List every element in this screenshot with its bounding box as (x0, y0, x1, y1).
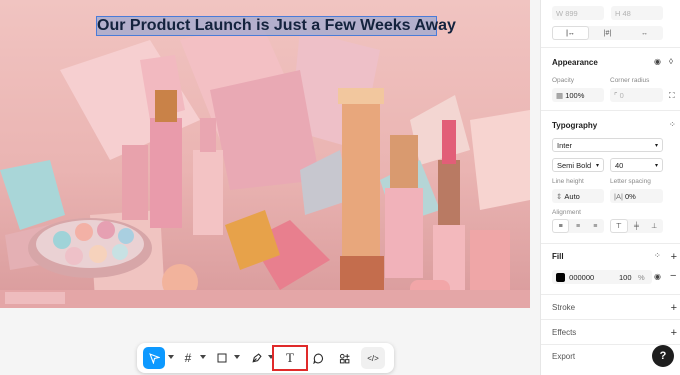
text-icon: T (286, 350, 294, 365)
align-left-icon[interactable]: ≡ (552, 219, 570, 233)
font-family-value: Inter (557, 140, 573, 150)
horizontal-alignment-control[interactable]: ≡ ≡ ≡ (552, 219, 604, 233)
height-field[interactable]: H 48 (611, 6, 663, 20)
divider (541, 294, 680, 295)
independent-corners-icon[interactable]: ⛶ (669, 91, 675, 101)
type-settings-icon[interactable]: ⁘ (669, 120, 676, 130)
move-tool-button[interactable] (143, 347, 165, 369)
alignment-label: Alignment (552, 209, 581, 216)
opacity-label: Opacity (552, 77, 575, 84)
chevron-down-icon: ▾ (654, 162, 658, 169)
opacity-icon: ▦ (556, 90, 564, 100)
chevron-down-icon: ▾ (654, 142, 658, 149)
square-icon (217, 353, 227, 363)
fill-hex-value: 000000 (569, 272, 595, 282)
font-weight-value: Semi Bold (557, 160, 592, 170)
hash-frame-icon: # (184, 351, 192, 365)
fill-opacity-value: 100 (619, 272, 632, 282)
corner-radius-label: Corner radius (610, 77, 650, 84)
fill-color-field[interactable]: 000000 100 % (552, 270, 652, 284)
height-value: 48 (622, 8, 631, 18)
corner-radius-value: 0 (619, 90, 624, 100)
font-family-select[interactable]: Inter ▾ (552, 138, 663, 152)
fill-swatch[interactable] (556, 272, 565, 282)
add-fill-icon[interactable]: + (671, 252, 677, 263)
eye-icon[interactable]: ◉ (654, 272, 661, 282)
design-canvas[interactable]: Our Product Launch is Just a Few Weeks A… (0, 0, 530, 375)
frame-tool-chevron-down-icon[interactable] (200, 355, 206, 359)
frame-tool-button[interactable]: # (177, 347, 199, 369)
chevron-down-icon: ▾ (595, 162, 599, 169)
remove-fill-icon[interactable]: − (670, 271, 676, 282)
dev-mode-toggle[interactable]: </> (361, 347, 385, 369)
drop-icon[interactable]: ◊ (669, 57, 673, 67)
properties-panel: W 899 H 48 |↔ |#| ↔ Appearance ◉ ◊ Opaci… (540, 0, 680, 375)
font-size-select[interactable]: 40 ▾ (610, 158, 663, 172)
align-bottom-icon[interactable]: ⊥ (645, 219, 663, 233)
resizing-segmented-control[interactable]: |↔ |#| ↔ (552, 26, 663, 40)
letter-spacing-field[interactable]: |A| 0% (610, 189, 663, 203)
comment-tool-button[interactable] (307, 347, 329, 369)
text-tool-button[interactable]: T (272, 345, 308, 371)
line-height-icon: ⇕ (556, 191, 563, 201)
corner-radius-icon: ⌜ (614, 90, 618, 100)
product-image-frame[interactable]: Our Product Launch is Just a Few Weeks A… (0, 0, 530, 308)
typography-title: Typography (552, 121, 598, 130)
height-label: H (615, 8, 621, 18)
add-effect-icon[interactable]: + (671, 328, 677, 339)
code-icon: </> (367, 353, 379, 363)
align-right-icon[interactable]: ≡ (587, 219, 604, 233)
stroke-title: Stroke (552, 303, 576, 312)
hug-option[interactable]: |#| (589, 26, 626, 40)
width-field[interactable]: W 899 (552, 6, 604, 20)
actions-icon (339, 353, 349, 363)
divider (541, 47, 680, 48)
cursor-icon (148, 352, 160, 364)
align-center-icon[interactable]: ≡ (569, 219, 586, 233)
corner-radius-field[interactable]: ⌜ 0 (610, 88, 663, 102)
fill-opacity-unit: % (638, 272, 645, 282)
actions-tool-button[interactable] (333, 347, 355, 369)
style-grid-icon[interactable]: ⁘ (654, 251, 661, 261)
line-height-value: Auto (564, 191, 580, 201)
opacity-field[interactable]: ▦ 100% (552, 88, 604, 102)
export-title: Export (552, 352, 576, 361)
appearance-title: Appearance (552, 58, 598, 67)
move-tool-chevron-down-icon[interactable] (168, 355, 174, 359)
line-height-label: Line height (552, 178, 584, 185)
cosmetics-product-photo (0, 20, 530, 308)
vertical-alignment-control[interactable]: ⊤ ╪ ⊥ (610, 219, 663, 233)
letter-spacing-icon: |A| (614, 191, 623, 201)
align-middle-icon[interactable]: ╪ (628, 219, 646, 233)
font-size-value: 40 (615, 160, 624, 170)
width-value: 899 (565, 8, 578, 18)
letter-spacing-value: 0% (625, 191, 636, 201)
divider (541, 243, 680, 244)
fill-option[interactable]: ↔ (626, 26, 663, 40)
divider (541, 110, 680, 111)
fixed-width-option[interactable]: |↔ (552, 26, 589, 40)
add-stroke-icon[interactable]: + (671, 303, 677, 314)
effects-title: Effects (552, 328, 577, 337)
fill-title: Fill (552, 252, 564, 261)
eye-icon[interactable]: ◉ (654, 57, 661, 67)
divider (541, 319, 680, 320)
align-top-icon[interactable]: ⊤ (610, 219, 628, 233)
font-weight-select[interactable]: Semi Bold ▾ (552, 158, 604, 172)
shape-tool-button[interactable] (211, 347, 233, 369)
width-label: W (556, 8, 564, 18)
pen-icon (251, 352, 262, 363)
comment-icon (312, 353, 323, 364)
shape-tool-chevron-down-icon[interactable] (234, 355, 240, 359)
letter-spacing-label: Letter spacing (610, 178, 651, 185)
pen-tool-button[interactable] (245, 347, 267, 369)
opacity-value: 100% (565, 90, 585, 100)
bottom-toolbar: # T </> (137, 343, 394, 373)
help-button[interactable]: ? (652, 345, 674, 367)
line-height-field[interactable]: ⇕ Auto (552, 189, 604, 203)
headline-text-layer[interactable]: Our Product Launch is Just a Few Weeks A… (96, 16, 456, 36)
